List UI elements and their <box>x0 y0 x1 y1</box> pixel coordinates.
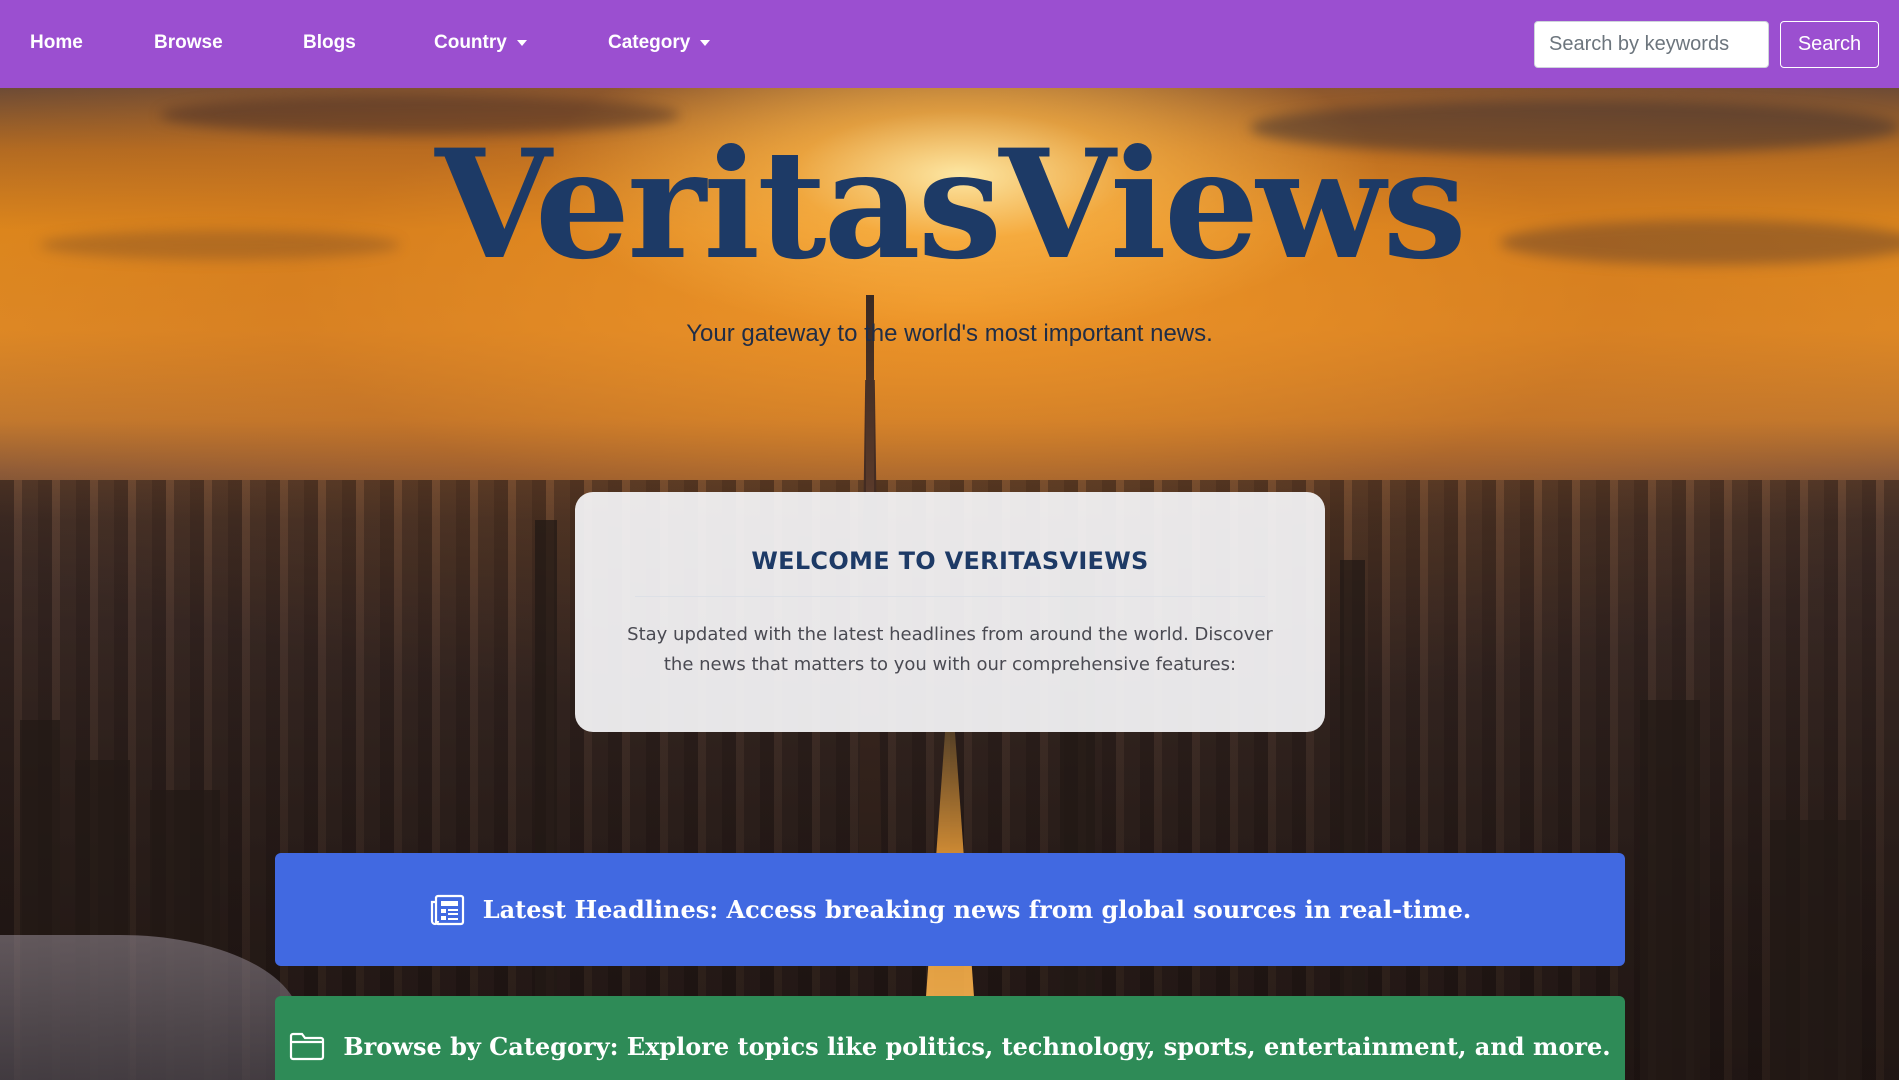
nav-category-label: Category <box>608 32 691 53</box>
nav-browse-link[interactable]: Browse <box>154 32 223 54</box>
nav-home-label: Home <box>30 32 83 53</box>
nav-category-dropdown[interactable]: Category <box>608 32 711 54</box>
nav-blogs-link[interactable]: Blogs <box>303 32 356 54</box>
feature-browse-by-category: Browse by Category: Explore topics like … <box>275 996 1625 1080</box>
folder-icon <box>289 1030 325 1062</box>
feature-browse-by-category-text: Browse by Category: Explore topics like … <box>343 1031 1611 1061</box>
top-navbar: Home Browse Blogs Country Category Searc… <box>0 0 1899 88</box>
caret-down-icon <box>516 40 527 46</box>
welcome-text: Stay updated with the latest headlines f… <box>627 624 1273 675</box>
nav-country-label: Country <box>434 32 507 53</box>
nav-country-dropdown[interactable]: Country <box>434 32 527 54</box>
site-title: VeritasViews <box>435 117 1467 293</box>
feature-latest-headlines-text: Latest Headlines: Access breaking news f… <box>482 895 1472 924</box>
welcome-card: WELCOME TO VERITASVIEWS Stay updated wit… <box>575 492 1325 732</box>
site-tagline: Your gateway to the world's most importa… <box>686 320 1213 347</box>
caret-down-icon <box>700 40 711 46</box>
welcome-title: WELCOME TO VERITASVIEWS <box>751 547 1149 575</box>
nav-browse-label: Browse <box>154 32 223 53</box>
nav-home-link[interactable]: Home <box>30 32 83 54</box>
feature-latest-headlines: Latest Headlines: Access breaking news f… <box>275 853 1625 966</box>
nav-blogs-label: Blogs <box>303 32 356 53</box>
search-input[interactable] <box>1534 21 1769 68</box>
welcome-divider <box>635 596 1265 597</box>
newspaper-icon <box>429 893 465 927</box>
search-button[interactable]: Search <box>1780 21 1879 68</box>
